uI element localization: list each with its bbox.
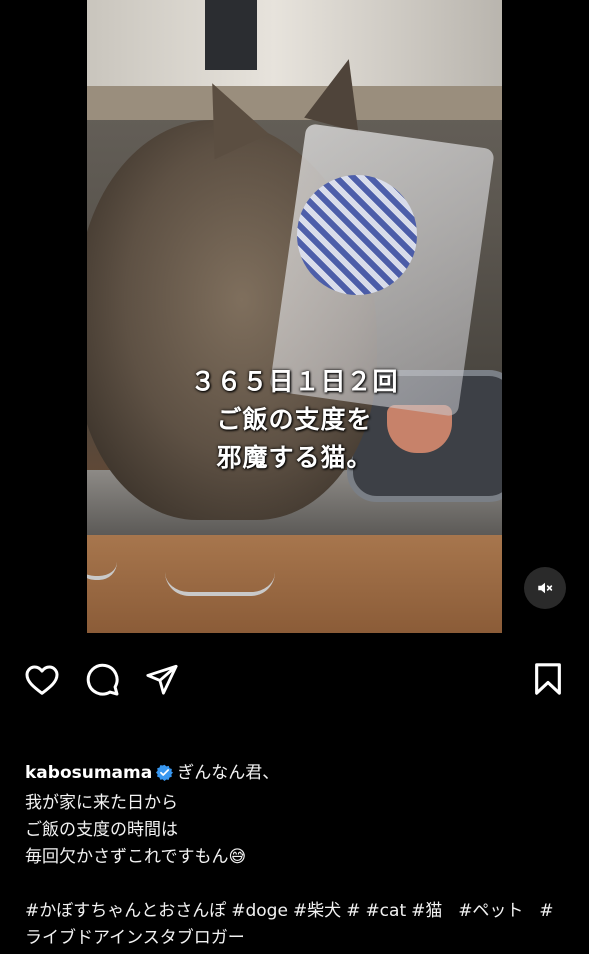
- video-background-shelf: [87, 86, 502, 120]
- save-button[interactable]: [528, 658, 568, 700]
- video-background-monitor: [205, 0, 257, 70]
- caption-first-line: kabosumama ぎんなん君、: [25, 760, 570, 790]
- heart-icon: [25, 665, 59, 695]
- share-button[interactable]: [142, 658, 182, 700]
- send-icon: [146, 664, 178, 695]
- mute-toggle-button[interactable]: [524, 567, 566, 609]
- hashtag-link[interactable]: #柴犬: [293, 901, 341, 921]
- video-cabinet-handle: [165, 572, 275, 596]
- video-overlay-caption: ３６５日１日２回 ご飯の支度を 邪魔する猫。: [87, 363, 502, 477]
- speaker-muted-icon: [538, 582, 553, 594]
- instagram-post-view: ３６５日１日２回 ご飯の支度を 邪魔する猫。 kabosumama ぎんなん君、…: [0, 0, 589, 954]
- hashtag-link[interactable]: #ペット: [458, 901, 523, 921]
- video-caption-line: 邪魔する猫。: [216, 443, 373, 472]
- post-caption: kabosumama ぎんなん君、 我が家に来た日から ご飯の支度の時間は 毎回欠…: [25, 760, 570, 952]
- post-video[interactable]: [87, 0, 502, 633]
- hashtag-link[interactable]: #doge: [231, 901, 288, 921]
- bookmark-icon: [535, 663, 561, 695]
- post-username[interactable]: kabosumama: [25, 763, 152, 783]
- hashtag-link[interactable]: #猫: [411, 901, 442, 921]
- verified-badge-icon: [156, 763, 174, 790]
- post-action-bar: [0, 658, 589, 700]
- like-button[interactable]: [22, 658, 62, 700]
- hashtag-link[interactable]: #かぼすちゃんとおさんぽ: [25, 901, 226, 921]
- caption-text-line: ご飯の支度の時間は: [25, 820, 178, 840]
- caption-text-line: 毎回欠かさずこれですもん😅: [25, 847, 247, 867]
- hashtag-list: #かぼすちゃんとおさんぽ #doge #柴犬 # #cat #猫 #ペット #ライブドアイ…: [25, 898, 570, 952]
- video-kitchen-cabinet: [87, 535, 502, 633]
- video-caption-line: ３６５日１日２回: [190, 367, 399, 396]
- hashtag-link[interactable]: #cat: [365, 901, 406, 921]
- caption-text-line: 我が家に来た日から: [25, 793, 178, 813]
- video-bag-label: [297, 175, 417, 295]
- caption-text-line: ぎんなん君、: [177, 763, 280, 783]
- video-caption-line: ご飯の支度を: [216, 405, 373, 434]
- comment-button[interactable]: [82, 658, 122, 700]
- comment-icon: [86, 663, 119, 696]
- hashtag-link[interactable]: #: [346, 901, 360, 921]
